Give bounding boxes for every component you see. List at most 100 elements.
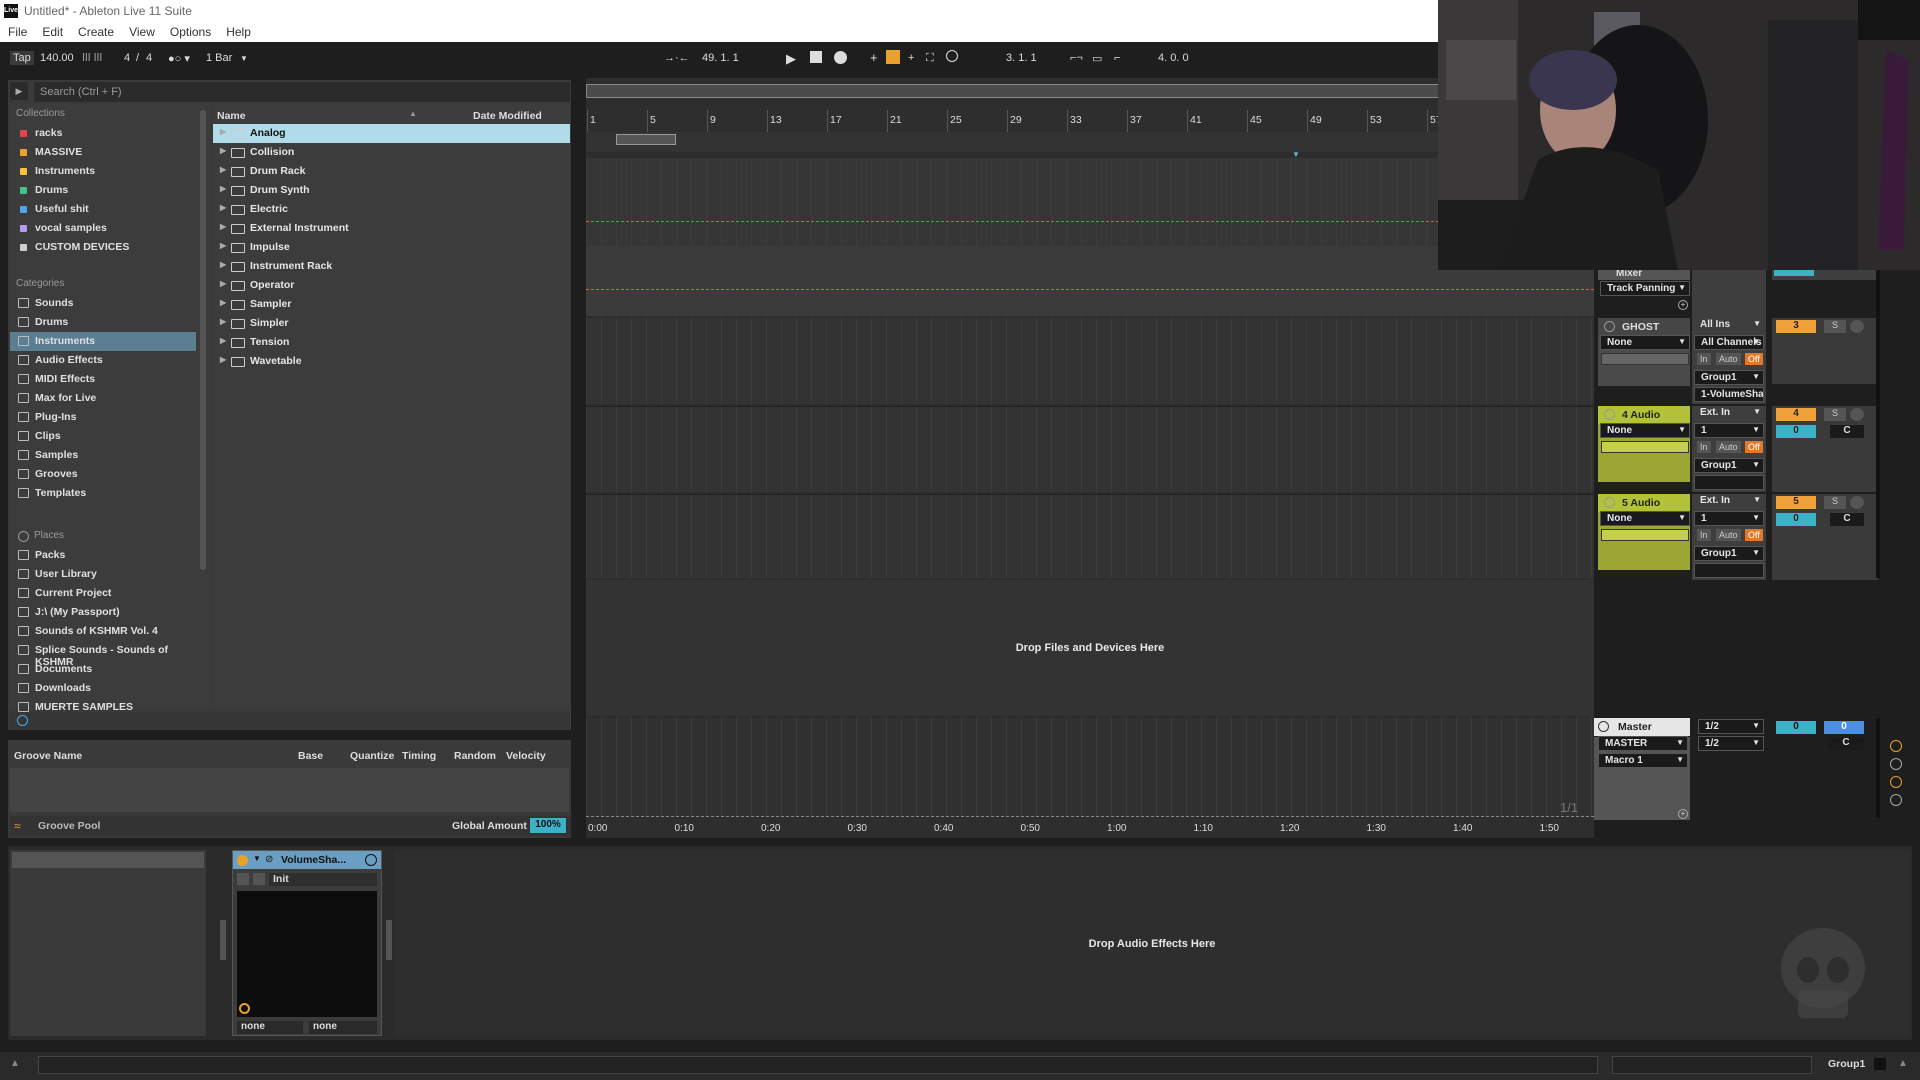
monitor-off-button[interactable]: Off bbox=[1745, 529, 1763, 541]
expand-arrow-icon[interactable]: ▶ bbox=[220, 279, 226, 288]
monitor-auto-button[interactable]: Auto bbox=[1716, 529, 1741, 541]
input-dropdown[interactable]: Ext. In ▼ bbox=[1694, 494, 1764, 509]
menu-edit[interactable]: Edit bbox=[34, 22, 70, 39]
loop-brace[interactable] bbox=[616, 134, 676, 145]
file-row[interactable]: ▶ Tension bbox=[213, 333, 570, 352]
expand-arrow-icon[interactable]: ▶ bbox=[220, 317, 226, 326]
output-dropdown[interactable]: Group1 ▼ bbox=[1694, 546, 1764, 561]
master-out-dropdown[interactable]: 1/2 ▼ bbox=[1698, 736, 1764, 751]
overview-bar[interactable] bbox=[586, 84, 1586, 98]
output-channel-dropdown[interactable] bbox=[1694, 563, 1764, 578]
tap-button[interactable]: Tap bbox=[10, 51, 34, 65]
name-column-header[interactable]: Name bbox=[217, 110, 246, 122]
add-device-icon[interactable]: + bbox=[1678, 300, 1688, 310]
stop-icon[interactable] bbox=[810, 51, 822, 63]
preview-icon[interactable] bbox=[17, 715, 28, 726]
clip-slot[interactable] bbox=[1601, 529, 1689, 541]
capture-icon[interactable]: ⛶ bbox=[926, 52, 934, 65]
device-name[interactable]: VolumeSha... bbox=[281, 854, 346, 866]
re-enable-automation-icon[interactable]: + bbox=[908, 52, 914, 64]
expand-arrow-icon[interactable]: ▶ bbox=[220, 298, 226, 307]
curve-point-icon[interactable] bbox=[239, 1003, 250, 1014]
save-preset-icon[interactable] bbox=[253, 873, 265, 885]
monitor-in-button[interactable]: In bbox=[1697, 353, 1711, 365]
input-channel-dropdown[interactable]: 1 ▼ bbox=[1694, 423, 1764, 438]
file-row[interactable]: ▶ Instrument Rack bbox=[213, 257, 570, 276]
tempo-field[interactable]: 140.00 bbox=[40, 52, 74, 64]
category-item[interactable]: Samples bbox=[10, 446, 196, 465]
output-dropdown[interactable]: Group1 ▼ bbox=[1694, 370, 1764, 385]
arm-button[interactable] bbox=[1850, 408, 1864, 421]
expand-arrow-icon[interactable]: ▶ bbox=[220, 355, 226, 364]
clip-slot[interactable] bbox=[1601, 441, 1689, 453]
punch-out-icon[interactable]: ⌐ bbox=[1114, 52, 1120, 64]
input-type-dropdown[interactable]: None ▼ bbox=[1600, 335, 1690, 350]
search-input[interactable]: Search (Ctrl + F) bbox=[34, 82, 570, 102]
category-item[interactable]: Clips bbox=[10, 427, 196, 446]
crossfade-icon[interactable] bbox=[1890, 740, 1902, 752]
master-pan[interactable]: C bbox=[1828, 737, 1864, 750]
track-activator-button[interactable]: 5 bbox=[1776, 496, 1816, 509]
master-track-name[interactable]: Master bbox=[1594, 718, 1690, 736]
track-lane-ghost-body[interactable] bbox=[586, 318, 1594, 404]
arrangement-position[interactable]: 49. 1. 1 bbox=[702, 52, 739, 64]
expand-arrow-icon[interactable]: ▶ bbox=[220, 165, 226, 174]
monitor-auto-button[interactable]: Auto bbox=[1716, 353, 1741, 365]
category-item[interactable]: Max for Live bbox=[10, 389, 196, 408]
file-row[interactable]: ▶ Drum Synth bbox=[213, 181, 570, 200]
param-1-field[interactable]: none bbox=[237, 1021, 303, 1034]
pan-field[interactable]: C bbox=[1830, 513, 1864, 526]
hot-swap-icon[interactable]: ⊘ bbox=[265, 854, 273, 865]
file-row[interactable]: ▶ Analog bbox=[213, 124, 570, 143]
track-activator-button[interactable]: 4 bbox=[1776, 408, 1816, 421]
collection-item[interactable]: racks bbox=[10, 124, 196, 143]
file-row[interactable]: ▶ Drum Rack bbox=[213, 162, 570, 181]
monitor-in-button[interactable]: In bbox=[1697, 529, 1711, 541]
menu-view[interactable]: View bbox=[121, 22, 162, 39]
volume-field[interactable]: 0 bbox=[1776, 513, 1816, 526]
record-icon[interactable] bbox=[834, 51, 847, 64]
input-dropdown[interactable]: All Ins ▼ bbox=[1694, 318, 1764, 333]
input-dropdown[interactable]: Ext. In ▼ bbox=[1694, 406, 1764, 421]
macro-dropdown[interactable]: Macro 1 ▼ bbox=[1598, 753, 1688, 768]
monitor-in-button[interactable]: In bbox=[1697, 441, 1711, 453]
monitor-auto-button[interactable]: Auto bbox=[1716, 441, 1741, 453]
file-row[interactable]: ▶ Impulse bbox=[213, 238, 570, 257]
file-row[interactable]: ▶ Sampler bbox=[213, 295, 570, 314]
preset-name[interactable]: Init bbox=[269, 873, 377, 886]
session-record-icon[interactable] bbox=[946, 50, 958, 62]
volume-shaper-display[interactable] bbox=[237, 891, 377, 1017]
solo-button[interactable]: S bbox=[1824, 320, 1846, 333]
place-item[interactable]: Downloads bbox=[10, 679, 196, 698]
output-dropdown[interactable]: Group1 ▼ bbox=[1694, 458, 1764, 473]
arm-button[interactable] bbox=[1850, 496, 1864, 509]
pan-field[interactable]: C bbox=[1830, 425, 1864, 438]
automation-arm-icon[interactable] bbox=[886, 50, 900, 64]
category-item[interactable]: Audio Effects bbox=[10, 351, 196, 370]
category-item[interactable]: Templates bbox=[10, 484, 196, 503]
cue-out-dropdown[interactable]: 1/2 ▼ bbox=[1698, 719, 1764, 734]
category-item[interactable]: Instruments bbox=[10, 332, 196, 351]
category-item[interactable]: Sounds bbox=[10, 294, 196, 313]
device-power-icon[interactable] bbox=[237, 855, 248, 866]
device-scroll-left[interactable] bbox=[220, 920, 226, 960]
file-row[interactable]: ▶ Collision bbox=[213, 143, 570, 162]
place-item[interactable]: Splice Sounds - Sounds of KSHMR bbox=[10, 641, 196, 668]
scroll-down-icon[interactable]: ▲ bbox=[1898, 1058, 1908, 1069]
collection-item[interactable]: CUSTOM DEVICES bbox=[10, 238, 196, 257]
file-row[interactable]: ▶ External Instrument bbox=[213, 219, 570, 238]
signature-numerator[interactable]: 4 bbox=[124, 52, 130, 64]
menu-help[interactable]: Help bbox=[218, 22, 258, 39]
fold-icon[interactable] bbox=[1604, 409, 1615, 420]
collection-item[interactable]: MASSIVE bbox=[10, 143, 196, 162]
selected-track-label[interactable]: Group1 bbox=[1828, 1058, 1865, 1070]
collection-item[interactable]: vocal samples bbox=[10, 219, 196, 238]
signature-denominator[interactable]: 4 bbox=[146, 52, 152, 64]
master-volume[interactable]: 0 bbox=[1776, 721, 1816, 734]
expand-arrow-icon[interactable]: ▶ bbox=[220, 260, 226, 269]
track-name[interactable]: GHOST bbox=[1598, 318, 1690, 336]
file-row[interactable]: ▶ Wavetable bbox=[213, 352, 570, 371]
metronome-icon[interactable]: ●○ ▾ bbox=[168, 52, 190, 65]
expand-arrow-icon[interactable]: ▶ bbox=[220, 184, 226, 193]
nudge-icon[interactable]: ǀǀǀ ǀǀǀ bbox=[82, 52, 102, 64]
